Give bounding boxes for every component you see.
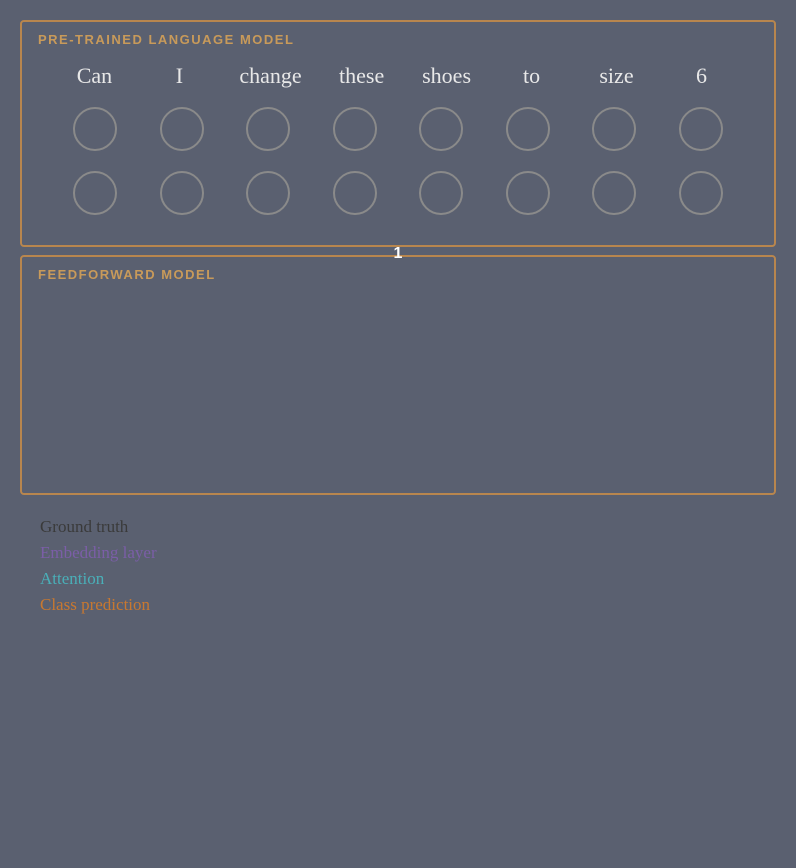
legend-class-prediction: Class prediction	[40, 595, 756, 615]
circle-1-3	[246, 107, 290, 151]
circle-1-7	[592, 107, 636, 151]
legend: Ground truth Embedding layer Attention C…	[20, 503, 776, 635]
legend-ground-truth: Ground truth	[40, 517, 756, 537]
circle-1-6	[506, 107, 550, 151]
legend-embedding-label: Embedding layer	[40, 543, 157, 562]
word-shoes: shoes	[422, 63, 472, 89]
legend-embedding: Embedding layer	[40, 543, 756, 563]
circle-2-5	[419, 171, 463, 215]
circle-1-5	[419, 107, 463, 151]
word-i: I	[154, 63, 204, 89]
circle-1-4	[333, 107, 377, 151]
legend-attention: Attention	[40, 569, 756, 589]
word-can: Can	[69, 63, 119, 89]
circle-2-7	[592, 171, 636, 215]
pretrained-panel-title: PRE-TRAINED LANGUAGE MODEL	[22, 22, 774, 51]
circle-2-1	[73, 171, 117, 215]
sentence-row: Can I change these shoes to size 6	[22, 51, 774, 97]
word-to: to	[507, 63, 557, 89]
circle-1-8	[679, 107, 723, 151]
pretrained-panel: PRE-TRAINED LANGUAGE MODEL Can I change …	[20, 20, 776, 247]
circle-1-1	[73, 107, 117, 151]
feedforward-panel: FEEDFORWARD MODEL	[20, 255, 776, 495]
circle-2-3	[246, 171, 290, 215]
step-label: 1	[394, 245, 403, 263]
word-change: change	[239, 63, 301, 89]
circles-row-1	[22, 97, 774, 161]
word-these: these	[337, 63, 387, 89]
circle-2-8	[679, 171, 723, 215]
circle-2-2	[160, 171, 204, 215]
circle-1-2	[160, 107, 204, 151]
circle-2-6	[506, 171, 550, 215]
legend-ground-truth-label: Ground truth	[40, 517, 128, 536]
circles-row-2	[22, 161, 774, 225]
word-6: 6	[676, 63, 726, 89]
legend-class-prediction-label: Class prediction	[40, 595, 150, 614]
word-size: size	[591, 63, 641, 89]
legend-attention-label: Attention	[40, 569, 104, 588]
circle-2-4	[333, 171, 377, 215]
